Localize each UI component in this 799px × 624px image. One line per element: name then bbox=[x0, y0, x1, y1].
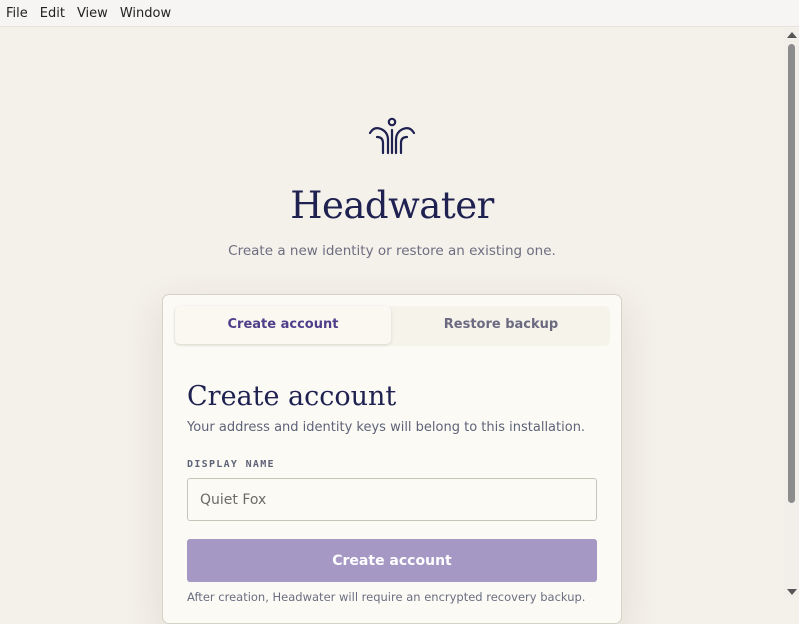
tab-create-account[interactable]: Create account bbox=[175, 306, 391, 344]
tab-restore-backup[interactable]: Restore backup bbox=[393, 306, 609, 344]
account-tabs: Create account Restore backup bbox=[174, 306, 610, 346]
form-heading: Create account bbox=[187, 381, 397, 412]
menu-file[interactable]: File bbox=[0, 0, 34, 27]
scrollbar-thumb[interactable] bbox=[788, 44, 795, 503]
app-title: Headwater bbox=[290, 184, 494, 227]
menu-view[interactable]: View bbox=[71, 0, 114, 27]
scroll-down-arrow-icon[interactable] bbox=[787, 589, 797, 595]
menu-edit[interactable]: Edit bbox=[34, 0, 71, 27]
display-name-input[interactable] bbox=[187, 478, 597, 521]
scroll-up-arrow-icon[interactable] bbox=[787, 32, 797, 38]
menu-bar: File Edit View Window bbox=[0, 0, 799, 27]
fountain-logo-icon bbox=[368, 117, 416, 155]
backup-footnote: After creation, Headwater will require a… bbox=[187, 590, 586, 604]
form-description: Your address and identity keys will belo… bbox=[187, 420, 586, 435]
menu-window[interactable]: Window bbox=[114, 0, 177, 27]
account-card: Create account Restore backup Create acc… bbox=[162, 294, 622, 624]
display-name-label: DISPLAY NAME bbox=[187, 459, 275, 470]
app-subtitle: Create a new identity or restore an exis… bbox=[228, 243, 556, 259]
vertical-scrollbar[interactable] bbox=[784, 28, 799, 599]
create-account-button[interactable]: Create account bbox=[187, 539, 597, 582]
